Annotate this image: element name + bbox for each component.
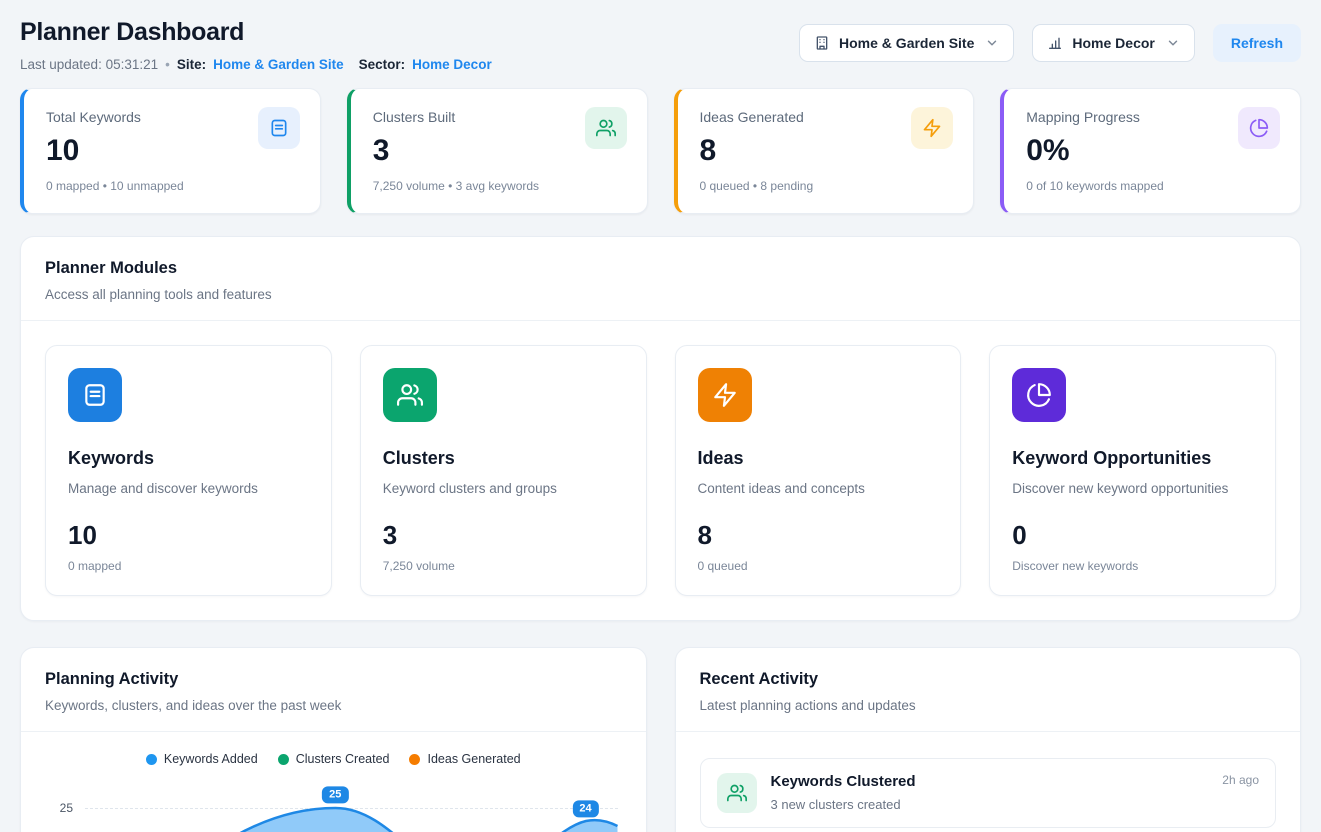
- module-subtext: 0 mapped: [68, 559, 309, 573]
- module-value: 3: [383, 520, 624, 551]
- sector-selector-label: Home Decor: [1072, 35, 1154, 51]
- meta-row: Last updated: 05:31:21 • Site: Home & Ga…: [20, 57, 492, 72]
- chevron-down-icon: [985, 36, 999, 50]
- legend-dot-icon: [409, 754, 420, 765]
- building-icon: [814, 35, 830, 51]
- planning-activity-panel: Planning Activity Keywords, clusters, an…: [20, 647, 647, 832]
- module-card-clusters[interactable]: Clusters Keyword clusters and groups 3 7…: [360, 345, 647, 596]
- legend-dot-icon: [146, 754, 157, 765]
- recent-activity-panel: Recent Activity Latest planning actions …: [675, 647, 1302, 832]
- stat-card-ideas-generated: Ideas Generated 8 0 queued • 8 pending: [674, 88, 975, 214]
- stat-subtext: 7,250 volume • 3 avg keywords: [373, 179, 625, 193]
- stat-subtext: 0 queued • 8 pending: [700, 179, 952, 193]
- module-subtext: 0 queued: [698, 559, 939, 573]
- chart-body: Keywords Added Clusters Created Ideas Ge…: [21, 732, 646, 832]
- module-subtext: Discover new keywords: [1012, 559, 1253, 573]
- keywords-added-area-series: [85, 782, 618, 832]
- stat-card-clusters-built: Clusters Built 3 7,250 volume • 3 avg ke…: [347, 88, 648, 214]
- header-left: Planner Dashboard Last updated: 05:31:21…: [20, 18, 492, 72]
- stat-cards-row: Total Keywords 10 0 mapped • 10 unmapped…: [20, 88, 1301, 214]
- sector-selector-dropdown[interactable]: Home Decor: [1032, 24, 1194, 62]
- module-description: Content ideas and concepts: [698, 481, 939, 496]
- module-description: Manage and discover keywords: [68, 481, 309, 496]
- chart-legend: Keywords Added Clusters Created Ideas Ge…: [45, 752, 622, 766]
- modules-grid: Keywords Manage and discover keywords 10…: [21, 321, 1300, 620]
- module-subtext: 7,250 volume: [383, 559, 624, 573]
- module-description: Keyword clusters and groups: [383, 481, 624, 496]
- pie-chart-icon: [1012, 368, 1066, 422]
- legend-label: Ideas Generated: [427, 752, 520, 766]
- module-value: 8: [698, 520, 939, 551]
- site-label: Site:: [177, 57, 206, 72]
- activity-item-timestamp: 2h ago: [1222, 773, 1259, 787]
- module-card-keywords[interactable]: Keywords Manage and discover keywords 10…: [45, 345, 332, 596]
- planning-activity-chart: 25 25 24: [45, 782, 622, 832]
- sector-label: Sector:: [359, 57, 406, 72]
- legend-dot-icon: [278, 754, 289, 765]
- recent-activity-title: Recent Activity: [700, 670, 1277, 689]
- activity-item-title: Keywords Clustered: [771, 773, 916, 790]
- modules-title: Planner Modules: [45, 259, 1276, 278]
- users-icon: [585, 107, 627, 149]
- legend-label: Clusters Created: [296, 752, 390, 766]
- planner-dashboard-page: Planner Dashboard Last updated: 05:31:21…: [0, 0, 1321, 832]
- lightning-icon: [698, 368, 752, 422]
- note-icon: [258, 107, 300, 149]
- planning-activity-title: Planning Activity: [45, 670, 622, 689]
- planning-activity-header: Planning Activity Keywords, clusters, an…: [21, 648, 646, 732]
- bar-chart-icon: [1047, 35, 1063, 51]
- data-point-label: 25: [322, 786, 348, 803]
- stat-card-total-keywords: Total Keywords 10 0 mapped • 10 unmapped: [20, 88, 321, 214]
- note-icon: [68, 368, 122, 422]
- last-updated-text: Last updated: 05:31:21: [20, 57, 158, 72]
- planning-activity-subtitle: Keywords, clusters, and ideas over the p…: [45, 698, 622, 713]
- recent-activity-list: Keywords Clustered 3 new clusters create…: [676, 732, 1301, 828]
- lightning-icon: [911, 107, 953, 149]
- module-description: Discover new keyword opportunities: [1012, 481, 1253, 496]
- module-value: 10: [68, 520, 309, 551]
- module-title: Keyword Opportunities: [1012, 448, 1253, 469]
- legend-item-ideas-generated: Ideas Generated: [409, 752, 520, 766]
- planner-modules-section: Planner Modules Access all planning tool…: [20, 236, 1301, 621]
- stat-card-mapping-progress: Mapping Progress 0% 0 of 10 keywords map…: [1000, 88, 1301, 214]
- bottom-panels: Planning Activity Keywords, clusters, an…: [20, 647, 1301, 832]
- site-selector-dropdown[interactable]: Home & Garden Site: [799, 24, 1014, 62]
- users-icon: [383, 368, 437, 422]
- recent-activity-subtitle: Latest planning actions and updates: [700, 698, 1277, 713]
- data-point-label: 24: [572, 800, 598, 817]
- refresh-button[interactable]: Refresh: [1213, 24, 1301, 62]
- module-title: Ideas: [698, 448, 939, 469]
- legend-item-clusters-created: Clusters Created: [278, 752, 390, 766]
- module-value: 0: [1012, 520, 1253, 551]
- module-card-ideas[interactable]: Ideas Content ideas and concepts 8 0 que…: [675, 345, 962, 596]
- stat-subtext: 0 mapped • 10 unmapped: [46, 179, 298, 193]
- stat-subtext: 0 of 10 keywords mapped: [1026, 179, 1278, 193]
- module-title: Keywords: [68, 448, 309, 469]
- users-icon: [717, 773, 757, 813]
- modules-header: Planner Modules Access all planning tool…: [21, 237, 1300, 321]
- legend-label: Keywords Added: [164, 752, 258, 766]
- site-selector-label: Home & Garden Site: [839, 35, 974, 51]
- activity-item-text: Keywords Clustered 3 new clusters create…: [771, 773, 916, 812]
- chevron-down-icon: [1166, 36, 1180, 50]
- recent-activity-header: Recent Activity Latest planning actions …: [676, 648, 1301, 732]
- page-title: Planner Dashboard: [20, 18, 492, 47]
- activity-item-keywords-clustered: Keywords Clustered 3 new clusters create…: [700, 758, 1277, 828]
- header-actions: Home & Garden Site Home Decor Refresh: [799, 24, 1301, 62]
- pie-chart-icon: [1238, 107, 1280, 149]
- module-title: Clusters: [383, 448, 624, 469]
- y-axis-tick: 25: [45, 801, 73, 815]
- header: Planner Dashboard Last updated: 05:31:21…: [20, 18, 1301, 72]
- activity-item-description: 3 new clusters created: [771, 797, 916, 812]
- meta-separator: •: [165, 57, 170, 72]
- legend-item-keywords-added: Keywords Added: [146, 752, 258, 766]
- chart-plot-area: 25 24: [85, 782, 618, 832]
- sector-link[interactable]: Home Decor: [412, 57, 492, 72]
- site-link[interactable]: Home & Garden Site: [213, 57, 344, 72]
- module-card-keyword-opportunities[interactable]: Keyword Opportunities Discover new keywo…: [989, 345, 1276, 596]
- modules-subtitle: Access all planning tools and features: [45, 287, 1276, 302]
